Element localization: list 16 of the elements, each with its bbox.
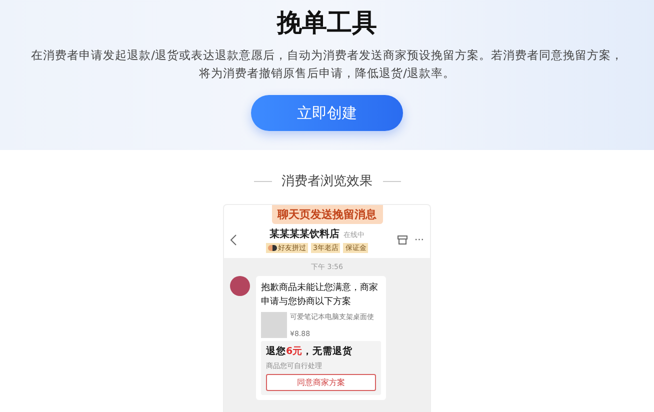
product-photo xyxy=(261,312,287,338)
avatar xyxy=(230,276,250,296)
section-heading: 消费者浏览效果 xyxy=(282,173,372,190)
more-button[interactable]: ··· xyxy=(414,234,424,246)
page-title: 挽单工具 xyxy=(277,7,377,39)
message-text: 抱歉商品未能让您满意，商家申请与您协商以下方案 xyxy=(261,282,379,309)
notice-badge: 聊天页发送挽留消息 xyxy=(272,205,382,224)
accept-offer-button[interactable]: 同意商家方案 xyxy=(266,374,376,391)
store-icon[interactable] xyxy=(397,235,408,245)
create-button[interactable]: 立即创建 xyxy=(251,95,403,131)
friends-avatars-icon xyxy=(268,245,277,251)
description-text: 在消费者申请发起退款/退货或表达退款意愿后，自动为消费者发送商家预设挽留方案。若消费者同意挽留方案， xyxy=(31,47,623,64)
description-text: 将为消费者撤销原售后申请，降低退货/退款率。 xyxy=(199,65,455,82)
shop-name: 某某某某饮料店 xyxy=(270,227,340,241)
back-icon[interactable] xyxy=(230,234,237,246)
offer-title: 退您6元，无需退货 xyxy=(266,345,354,358)
